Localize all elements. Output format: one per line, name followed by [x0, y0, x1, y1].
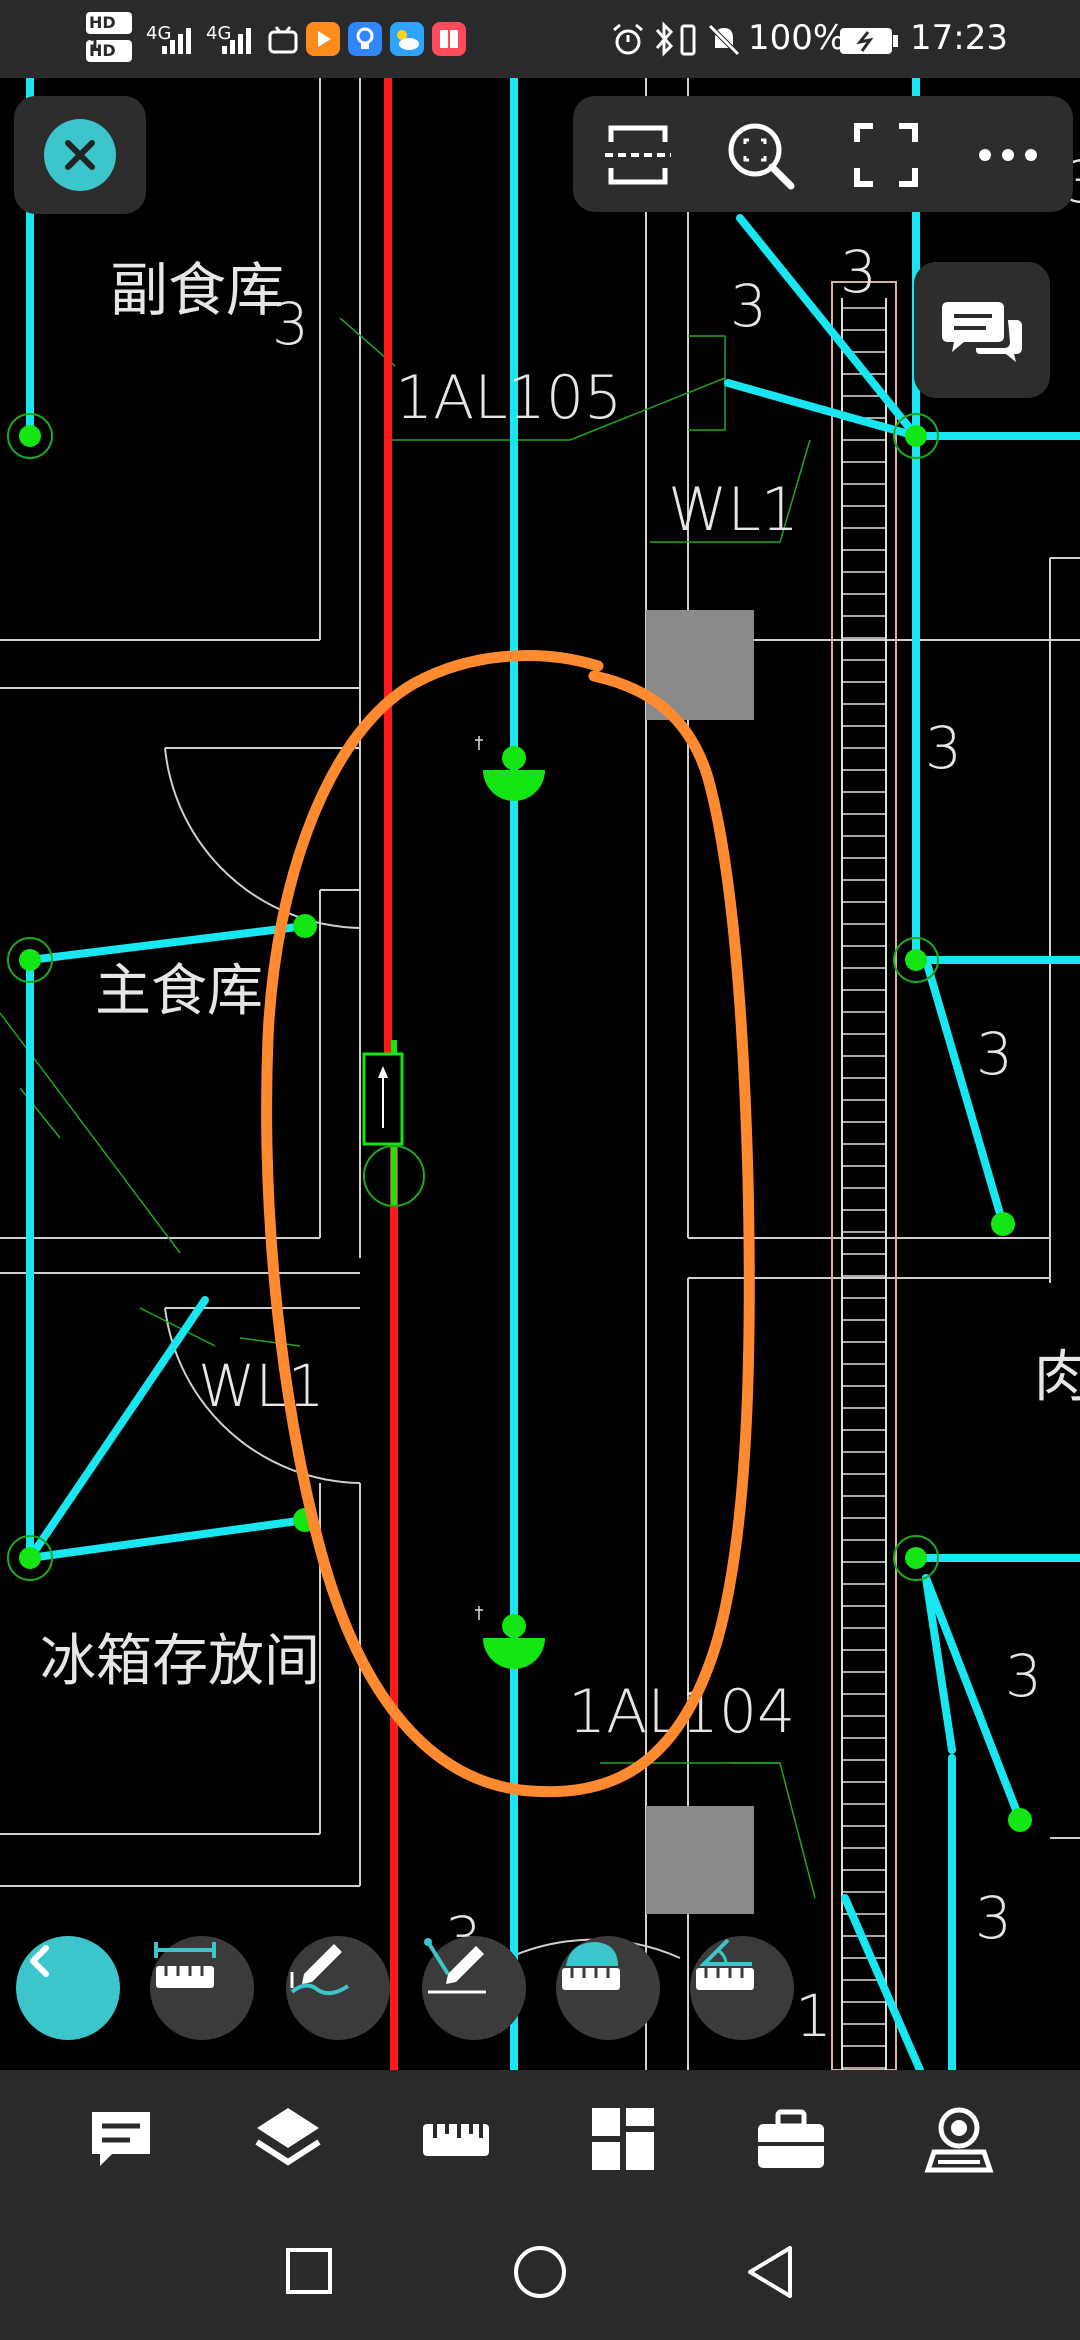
annotation-pen-button[interactable] [422, 1936, 526, 2040]
recents-icon [286, 2248, 332, 2294]
clock: 17:23 [910, 18, 1008, 58]
label-wl1-partial: 1 [795, 1982, 832, 2050]
alarm-icon [610, 22, 646, 62]
signal-icon [220, 26, 260, 60]
viewpoint-icon [924, 2107, 994, 2173]
angle-measure-button[interactable] [690, 1936, 794, 2040]
bottom-toolbar [0, 2070, 1080, 2204]
wire-count-label: 3 [730, 272, 767, 340]
bluetooth-icon [652, 20, 676, 62]
weather-icon [390, 22, 424, 56]
annotation-pen-icon [424, 1938, 486, 1994]
comment-button[interactable] [914, 262, 1050, 398]
nav-viewpoint-button[interactable] [924, 2104, 994, 2174]
status-bar: HD 1 HD 2 4G 4G 100% 17:23 [0, 0, 1080, 82]
angle-measure-icon [696, 1938, 754, 1990]
area-measure-button[interactable] [556, 1936, 660, 2040]
cable-tray [831, 281, 897, 2070]
book-app-icon [432, 22, 466, 56]
label-wl1: WL1 [668, 475, 799, 545]
nav-comment-button[interactable] [86, 2104, 156, 2174]
nav-layers-button[interactable] [253, 2104, 323, 2174]
vibrate-icon [676, 22, 700, 62]
wire-count-label: 3 [975, 1884, 1012, 1952]
sim-label-1: HD 1 [86, 12, 132, 54]
bulb-app-icon [348, 22, 382, 56]
recents-button[interactable] [282, 2244, 338, 2300]
home-button[interactable] [510, 2242, 570, 2302]
mute-icon [706, 22, 742, 62]
comment-bubble-icon [942, 302, 1022, 362]
linear-measure-button[interactable] [150, 1936, 254, 2040]
back-icon [30, 1945, 49, 1977]
wire-count-label: 3 [840, 238, 877, 306]
room-label-main-food: 主食库 [95, 959, 263, 1024]
wire-count-label: 3 [976, 1020, 1013, 1088]
wire-count-label: 3 [272, 290, 309, 358]
back-nav-button[interactable] [742, 2242, 802, 2302]
close-button[interactable] [44, 119, 116, 191]
fullscreen-icon [854, 123, 918, 187]
sim-indicator: HD 1 HD 2 [86, 12, 132, 82]
close-icon [65, 140, 95, 170]
area-measure-icon [562, 1942, 620, 1990]
play-app-icon [306, 22, 340, 56]
cad-drawing-canvas[interactable]: 副食库 主食库 冰箱存放间 肉 1AL105 1AL104 WL1 WL1 1 … [0, 78, 1080, 2070]
wire-count-label: 3 [925, 714, 962, 782]
battery-percent: 100% [748, 18, 846, 58]
column-bottom [646, 1806, 754, 1914]
nav-components-button[interactable] [588, 2104, 658, 2174]
room-label-meat: 肉 [1034, 1345, 1080, 1410]
components-icon [592, 2108, 654, 2170]
battery-icon [838, 26, 900, 60]
fullscreen-button[interactable] [851, 120, 921, 190]
markup-pen-button[interactable] [286, 1936, 390, 2040]
toolbox-icon [758, 2109, 824, 2168]
home-icon [514, 2246, 566, 2298]
close-panel [14, 96, 146, 214]
layers-icon [255, 2108, 321, 2166]
more-icon [979, 149, 1037, 161]
room-label-side-food: 副食库 [110, 256, 284, 324]
bilibili-icon [268, 26, 298, 58]
comment-icon [92, 2112, 150, 2166]
label-wl1: WL1 [198, 1352, 325, 1420]
signal-icon [160, 26, 200, 60]
frame-select-icon [605, 125, 671, 185]
more-button[interactable] [973, 120, 1043, 190]
linear-measure-icon [154, 1942, 216, 1988]
markup-pen-icon [290, 1944, 350, 1996]
back-nav-icon [748, 2246, 792, 2298]
view-toolbar [573, 96, 1073, 212]
wire-count-label: 3 [1005, 1642, 1042, 1710]
frame-select-button[interactable] [603, 120, 673, 190]
nav-toolbox-button[interactable] [756, 2104, 826, 2174]
sim-label-2: HD 2 [86, 40, 132, 82]
system-navigation-bar [0, 2204, 1080, 2340]
label-1al105: 1AL105 [395, 363, 622, 433]
nav-ruler-button[interactable] [421, 2104, 491, 2174]
zoom-region-button[interactable] [723, 118, 797, 192]
room-label-fridge: 冰箱存放间 [40, 1629, 320, 1694]
back-button[interactable] [16, 1936, 120, 2040]
zoom-region-icon [728, 123, 795, 190]
ruler-icon [423, 2124, 489, 2156]
lamp-markers [475, 736, 483, 1620]
